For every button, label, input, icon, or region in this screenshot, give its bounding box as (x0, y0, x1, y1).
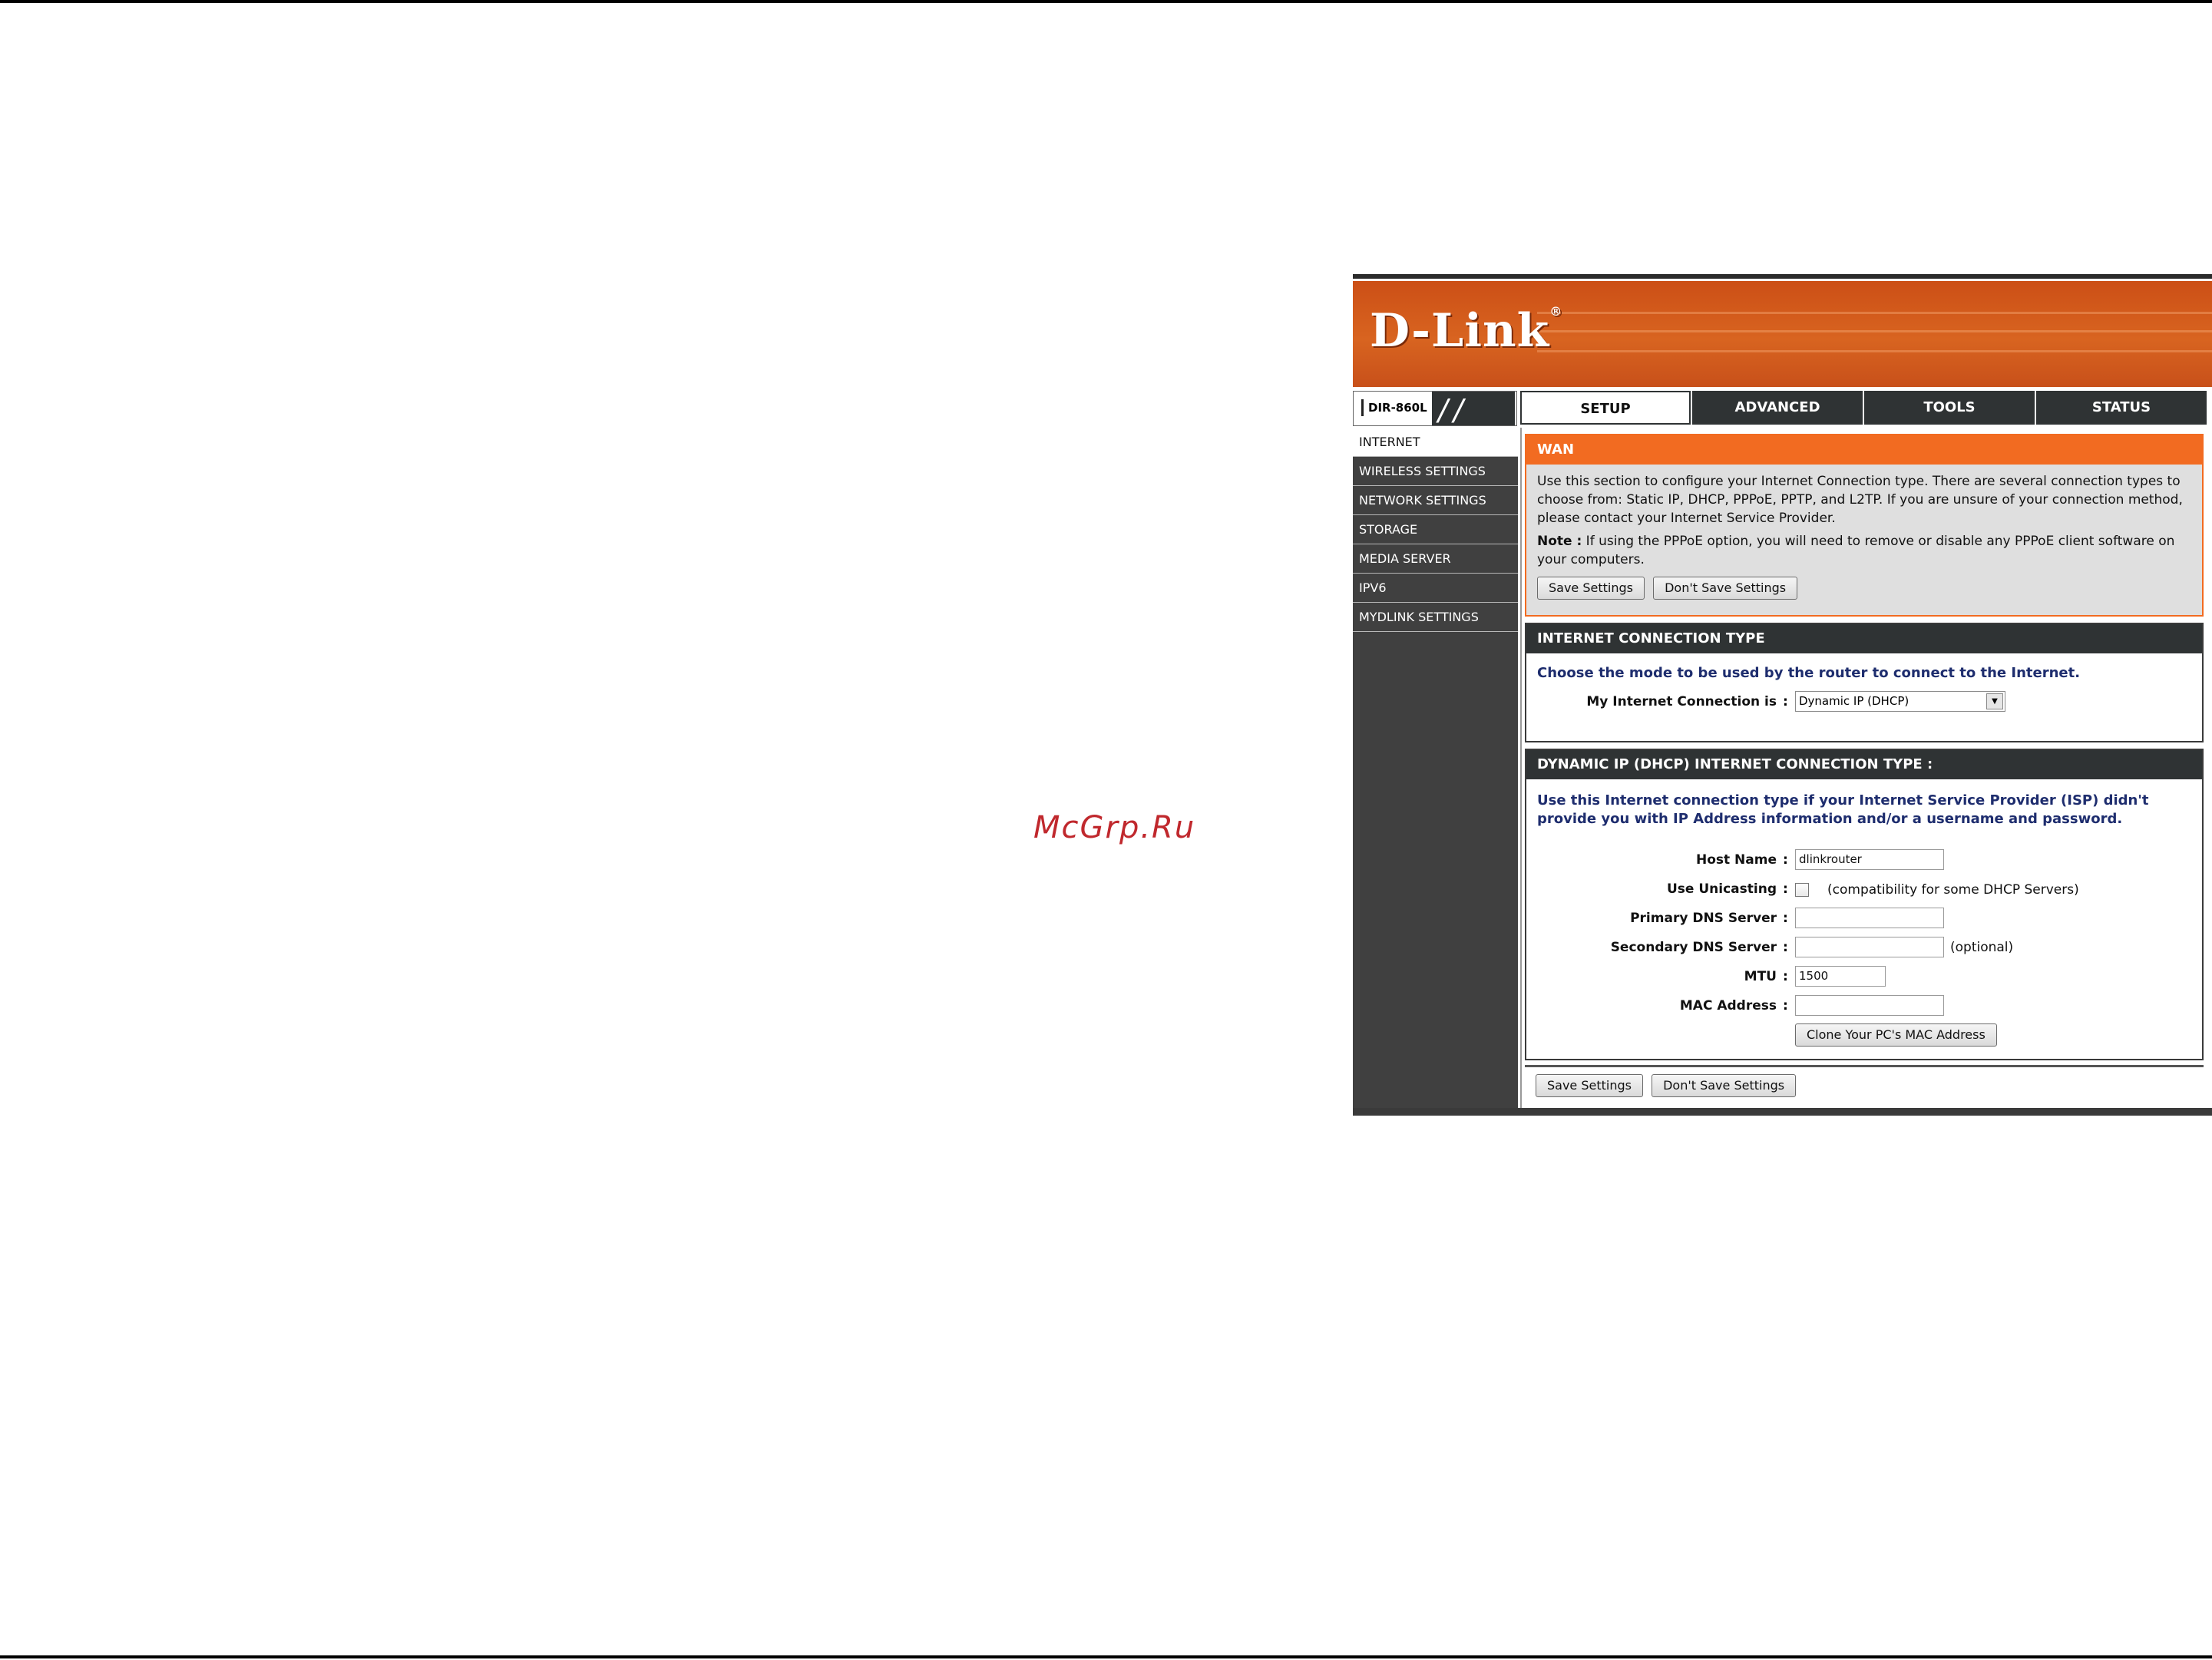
dhcp-instruction: Use this Internet connection type if you… (1537, 792, 2149, 827)
secondary-dns-input[interactable] (1795, 937, 1944, 957)
sidebar-item-media-server[interactable]: MEDIA SERVER (1353, 544, 1518, 574)
colon: : (1783, 969, 1788, 984)
connection-type-field: Dynamic IP (DHCP) ▼ (1795, 691, 2005, 712)
dlink-logo: D-Link® (1370, 304, 1562, 358)
primary-dns-row: Primary DNS Server : (1526, 904, 2202, 933)
mac-address-input[interactable] (1795, 995, 1944, 1016)
sidebar-item-network-settings[interactable]: NETWORK SETTINGS (1353, 486, 1518, 515)
primary-dns-label: Primary DNS Server (1630, 911, 1777, 926)
slash-icon: / (1453, 393, 1463, 427)
unicasting-row: Use Unicasting : (compatibility for some… (1526, 875, 2202, 904)
unicasting-checkbox[interactable] (1795, 883, 1809, 897)
host-name-row: Host Name : dlinkrouter (1526, 845, 2202, 875)
bottom-button-row: Save Settings Don't Save Settings (1536, 1074, 1800, 1097)
dhcp-form: Host Name : dlinkrouter Use Unicasting :… (1526, 845, 2202, 1050)
clone-mac-field: Clone Your PC's MAC Address (1795, 1023, 2002, 1047)
internet-connection-type-title: INTERNET CONNECTION TYPE (1526, 624, 2202, 653)
dhcp-section: DYNAMIC IP (DHCP) INTERNET CONNECTION TY… (1525, 749, 2204, 1060)
unicasting-label: Use Unicasting (1667, 881, 1777, 897)
clone-mac-row: Clone Your PC's MAC Address (1526, 1020, 2202, 1050)
tab-advanced[interactable]: ADVANCED (1692, 391, 1863, 425)
wan-button-row: Save Settings Don't Save Settings (1526, 569, 2202, 600)
top-nav: DIR-860L / / SETUP ADVANCED TOOLS STATUS (1353, 391, 2212, 427)
connection-type-row: My Internet Connection is : Dynamic IP (… (1526, 687, 2202, 716)
brand-banner: D-Link® (1353, 281, 2212, 387)
sidebar-item-internet[interactable]: INTERNET (1353, 428, 1518, 457)
host-name-field: dlinkrouter (1795, 849, 1944, 870)
secondary-dns-row: Secondary DNS Server : (optional) (1526, 933, 2202, 962)
colon: : (1783, 911, 1788, 926)
wan-description: Use this section to configure your Inter… (1537, 474, 2183, 526)
main-content: WAN Use this section to configure your I… (1520, 428, 2212, 1108)
dont-save-settings-button[interactable]: Don't Save Settings (1653, 577, 1798, 600)
primary-dns-field (1795, 908, 1944, 928)
slash-icon: / (1438, 393, 1448, 427)
model-slash-decoration: / / (1432, 392, 1515, 427)
secondary-dns-field: (optional) (1795, 937, 2102, 960)
footer-save-settings-button[interactable]: Save Settings (1536, 1074, 1643, 1097)
secondary-dns-label: Secondary DNS Server (1610, 940, 1777, 955)
mac-address-label: MAC Address (1679, 998, 1777, 1014)
model-box: DIR-860L / / (1353, 391, 1517, 427)
colon: : (1783, 940, 1788, 955)
unicasting-field: (compatibility for some DHCP Servers) (1795, 878, 2102, 901)
wan-note-text: If using the PPPoE option, you will need… (1537, 534, 2175, 567)
mtu-label: MTU (1744, 969, 1777, 984)
colon: : (1783, 881, 1788, 897)
router-ui: D-Link® DIR-860L / / SETUP ADVANCED TOOL… (1353, 274, 2212, 1120)
mtu-field: 1500 (1795, 966, 1886, 987)
banner-streak (1537, 330, 2212, 332)
brand-name: D-Link (1370, 304, 1550, 358)
sidebar-item-ipv6[interactable]: IPV6 (1353, 574, 1518, 603)
mac-address-field (1795, 995, 1944, 1016)
wan-title: WAN (1526, 435, 2202, 465)
router-top-border (1353, 274, 2212, 279)
bottom-separator (1525, 1065, 2204, 1067)
unicasting-hint: (compatibility for some DHCP Servers) (1827, 882, 2079, 898)
clone-mac-button[interactable]: Clone Your PC's MAC Address (1795, 1023, 1997, 1047)
watermark: McGrp.Ru (1033, 810, 1196, 845)
internet-connection-type-section: INTERNET CONNECTION TYPE Choose the mode… (1525, 623, 2204, 742)
sidebar: INTERNET WIRELESS SETTINGS NETWORK SETTI… (1353, 428, 1518, 1108)
connection-type-label: My Internet Connection is (1586, 694, 1777, 709)
mtu-row: MTU : 1500 (1526, 962, 2202, 991)
footer-dont-save-settings-button[interactable]: Don't Save Settings (1652, 1074, 1797, 1097)
mtu-input[interactable]: 1500 (1795, 966, 1886, 987)
wan-note: Note : If using the PPPoE option, you wi… (1526, 527, 2202, 569)
colon: : (1783, 998, 1788, 1014)
wan-note-label: Note : (1537, 534, 1582, 549)
sidebar-item-mydlink-settings[interactable]: MYDLINK SETTINGS (1353, 603, 1518, 632)
tab-tools[interactable]: TOOLS (1864, 391, 2035, 425)
wan-section: WAN Use this section to configure your I… (1525, 434, 2204, 617)
brand-mark: ® (1549, 304, 1563, 319)
colon: : (1783, 694, 1788, 709)
host-name-label: Host Name (1695, 852, 1777, 868)
router-bottom-border (1353, 1108, 2212, 1116)
primary-dns-input[interactable] (1795, 908, 1944, 928)
secondary-dns-hint: (optional) (1950, 940, 2014, 955)
connection-type-instruction: Choose the mode to be used by the router… (1537, 665, 2081, 681)
mac-address-row: MAC Address : (1526, 991, 2202, 1020)
sidebar-item-storage[interactable]: STORAGE (1353, 515, 1518, 544)
sidebar-item-wireless-settings[interactable]: WIRELESS SETTINGS (1353, 457, 1518, 486)
banner-streak (1537, 350, 2212, 352)
host-name-input[interactable]: dlinkrouter (1795, 849, 1944, 870)
model-label: DIR-860L (1361, 399, 1432, 416)
page-top-rule (0, 0, 2212, 3)
dropdown-arrow-icon[interactable]: ▼ (1986, 693, 2003, 709)
page-bottom-rule (0, 1655, 2212, 1658)
colon: : (1783, 852, 1788, 868)
connection-type-select[interactable]: Dynamic IP (DHCP) ▼ (1795, 691, 2005, 712)
dhcp-title: DYNAMIC IP (DHCP) INTERNET CONNECTION TY… (1526, 750, 2202, 779)
connection-type-selected: Dynamic IP (DHCP) (1799, 694, 1909, 708)
tab-setup[interactable]: SETUP (1520, 391, 1691, 425)
banner-streak (1537, 312, 2212, 314)
save-settings-button[interactable]: Save Settings (1537, 577, 1645, 600)
tab-status[interactable]: STATUS (2036, 391, 2207, 425)
